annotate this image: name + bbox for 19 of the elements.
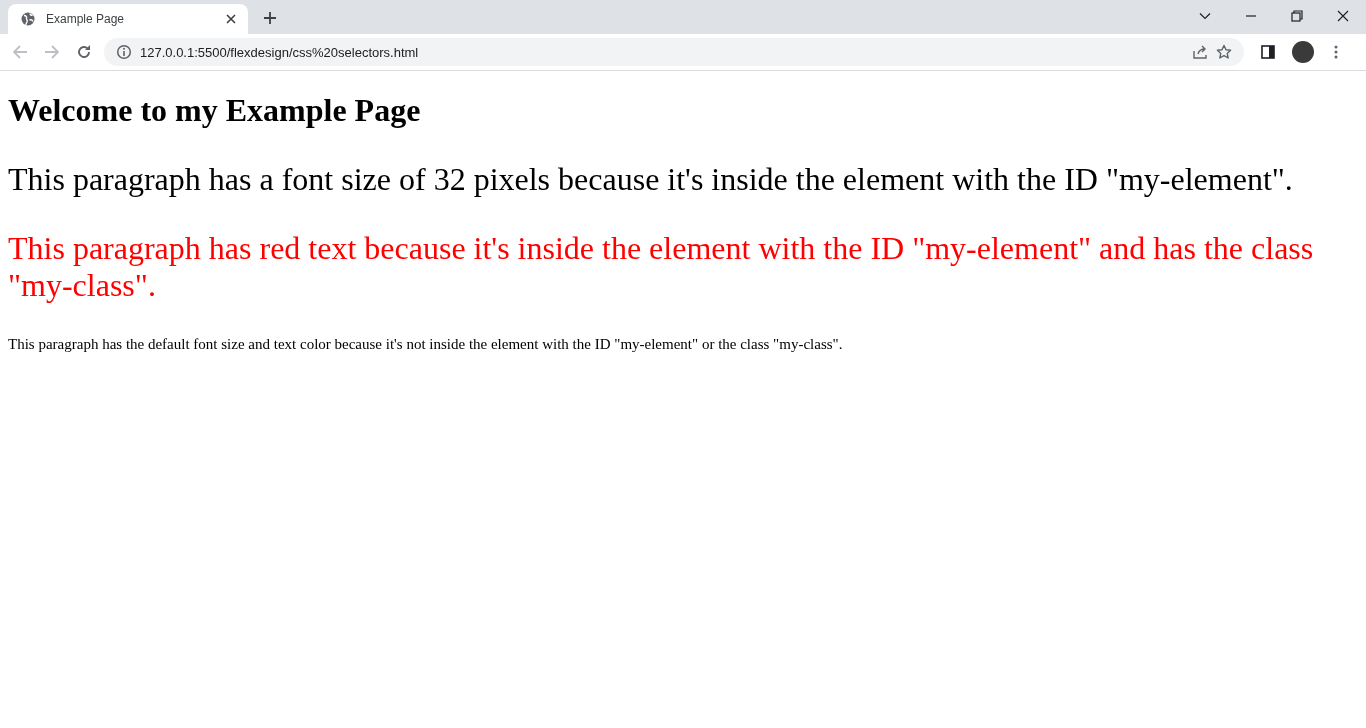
globe-icon (20, 11, 36, 27)
close-icon[interactable] (226, 14, 236, 24)
url-text: 127.0.0.1:5500/flexdesign/css%20selectors.html (140, 44, 419, 60)
side-panel-icon[interactable] (1260, 44, 1276, 60)
avatar[interactable] (1292, 41, 1314, 63)
plus-icon[interactable] (263, 11, 277, 25)
browser-tab[interactable]: Example Page (8, 4, 248, 34)
address-bar[interactable]: 127.0.0.1:5500/flexdesign/css%20selectors.html (104, 38, 1244, 66)
reload-icon[interactable] (76, 44, 92, 60)
share-icon[interactable] (1192, 44, 1208, 60)
star-icon[interactable] (1216, 44, 1232, 60)
paragraph: This paragraph has red text because it's inside the element with the ID "my-element" and has the class "my-class". (8, 230, 1315, 304)
paragraph: This paragraph has the default font size and text color because it's not inside the element with the ID "my-element" or the class "my-class". (8, 336, 844, 353)
paragraph: This paragraph has a font size of 32 pixels because it's inside the element with the ID "my-element". (8, 161, 1294, 198)
restore-icon[interactable] (1291, 10, 1303, 22)
chevron-down-icon[interactable] (1199, 10, 1211, 22)
page-heading: Welcome to my Example Page (8, 92, 422, 129)
close-icon[interactable] (1337, 10, 1349, 22)
info-icon[interactable] (116, 44, 132, 60)
